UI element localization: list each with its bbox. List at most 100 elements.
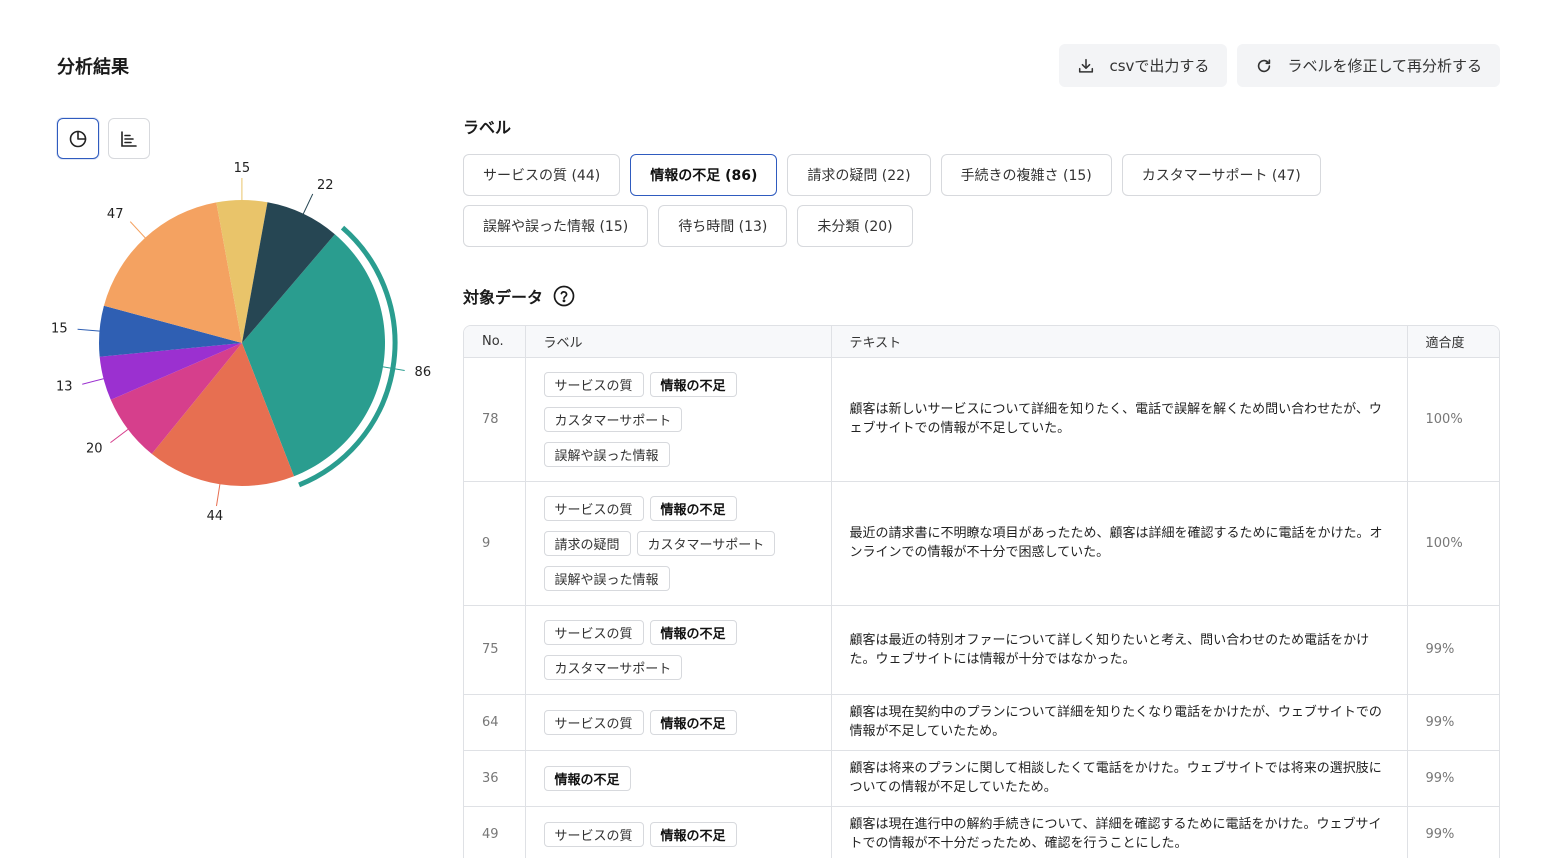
- tag-list: サービスの質 情報の不足: [543, 696, 813, 749]
- tag-list: サービスの質 情報の不足 請求の疑問 カスタマーサポート誤解や誤った情報: [543, 482, 813, 605]
- row-score: 100%: [1407, 357, 1499, 482]
- label-chip[interactable]: 待ち時間 (13): [658, 205, 788, 247]
- pie-chart-svg: 86 44 20 13 15 47 15 22: [51, 161, 432, 524]
- label-tag: 情報の不足: [649, 371, 737, 397]
- row-number: 36: [464, 750, 526, 807]
- bar-chart-icon: [121, 130, 137, 147]
- label-tag: サービスの質: [543, 821, 644, 847]
- data-table: No. ラベル テキスト 適合度 78 サービスの質 情報の不足 カスタマーサポート誤…: [464, 326, 1499, 858]
- label-chip[interactable]: 請求の疑問 (22): [787, 154, 931, 196]
- row-number: 49: [464, 806, 526, 858]
- download-icon: [1079, 58, 1094, 73]
- label-chip[interactable]: カスタマーサポート (47): [1121, 154, 1321, 196]
- table-row[interactable]: 49 サービスの質 情報の不足 顧客は現在進行中の解約手続きについて、詳細を確認するた…: [464, 806, 1499, 858]
- label-tag: 情報の不足: [649, 619, 737, 645]
- reanalyze-button[interactable]: ラベルを修正して再分析する: [1237, 44, 1500, 87]
- row-number: 9: [464, 481, 526, 606]
- pie-data-label: 44: [207, 509, 224, 524]
- label-tag: カスタマーサポート: [543, 406, 683, 432]
- bar-chart-toggle-button[interactable]: [108, 118, 150, 159]
- table-row[interactable]: 64 サービスの質 情報の不足 顧客は現在契約中のプランについて詳細を知りたくなり電話…: [464, 694, 1499, 751]
- label-chip[interactable]: 手続きの複雑さ (15): [940, 154, 1112, 196]
- pie-label-leader: [77, 328, 102, 332]
- pie-chart-toggle-button[interactable]: [57, 118, 99, 159]
- pie-data-label: 20: [86, 442, 103, 457]
- row-score: 99%: [1407, 750, 1499, 807]
- data-section-title: 対象データ: [463, 284, 575, 308]
- row-score: 99%: [1407, 605, 1499, 695]
- tag-list: サービスの質 情報の不足 カスタマーサポート: [543, 606, 813, 694]
- pie-data-label: 22: [317, 178, 334, 193]
- pie-data-label: 13: [56, 380, 73, 395]
- label-tag: カスタマーサポート: [543, 654, 683, 680]
- label-chip[interactable]: 情報の不足 (86): [630, 154, 778, 196]
- label-tag: 情報の不足: [543, 765, 631, 791]
- row-score: 100%: [1407, 481, 1499, 606]
- label-tag: カスタマーサポート: [636, 530, 776, 556]
- row-number: 78: [464, 357, 526, 482]
- row-text: 顧客は新しいサービスについて詳細を知りたく、電話で誤解を解くため問い合わせたが、…: [831, 357, 1408, 482]
- label-chip[interactable]: サービスの質 (44): [463, 154, 621, 196]
- row-number: 75: [464, 605, 526, 695]
- tag-list: 情報の不足: [543, 752, 813, 805]
- row-text: 最近の請求書に不明瞭な項目があったため、顧客は詳細を確認するために電話をかけた。…: [831, 481, 1408, 606]
- column-header-no: No.: [464, 326, 526, 358]
- label-filter-chips: サービスの質 (44) 情報の不足 (86) 請求の疑問 (22) 手続きの複雑さ (…: [463, 154, 1503, 247]
- row-labels: サービスの質 情報の不足: [525, 694, 832, 751]
- row-labels: サービスの質 情報の不足 請求の疑問 カスタマーサポート誤解や誤った情報: [525, 481, 832, 606]
- row-text: 顧客は将来のプランに関して相談したくて電話をかけた。ウェブサイトでは将来の選択肢…: [831, 750, 1408, 807]
- pie-label-leader: [215, 482, 221, 507]
- row-labels: サービスの質 情報の不足: [525, 806, 832, 858]
- table-row[interactable]: 36 情報の不足 顧客は将来のプランに関して相談したくて電話をかけた。ウェブサイトで…: [464, 750, 1499, 807]
- row-score: 99%: [1407, 806, 1499, 858]
- labels-section-title: ラベル: [463, 118, 512, 137]
- pie-label-leader: [129, 221, 147, 240]
- pie-data-label: 15: [234, 161, 251, 176]
- pie-chart-icon: [69, 130, 87, 147]
- pie-data-label: 15: [51, 321, 68, 336]
- row-labels: 情報の不足: [525, 750, 832, 807]
- table-header-row: No. ラベル テキスト 適合度: [464, 326, 1499, 358]
- label-tag: 誤解や誤った情報: [543, 565, 670, 591]
- export-csv-button[interactable]: csvで出力する: [1059, 44, 1228, 87]
- column-header-label: ラベル: [525, 326, 832, 358]
- label-tag: 情報の不足: [649, 495, 737, 521]
- table-row[interactable]: 75 サービスの質 情報の不足 カスタマーサポート 顧客は最近の特別オファーについて詳し…: [464, 605, 1499, 695]
- row-text: 顧客は現在契約中のプランについて詳細を知りたくなり電話をかけたが、ウェブサイトで…: [831, 694, 1408, 751]
- row-score: 99%: [1407, 694, 1499, 751]
- row-labels: サービスの質 情報の不足 カスタマーサポート: [525, 605, 832, 695]
- chart-type-toggle: [57, 118, 150, 159]
- label-chip[interactable]: 誤解や誤った情報 (15): [463, 205, 649, 247]
- data-table-container: No. ラベル テキスト 適合度 78 サービスの質 情報の不足 カスタマーサポート誤…: [463, 325, 1500, 858]
- column-header-score: 適合度: [1407, 326, 1499, 358]
- pie-label-leader: [82, 377, 106, 385]
- page-title: 分析結果: [57, 57, 129, 78]
- tag-list: サービスの質 情報の不足: [543, 808, 813, 858]
- label-tag: サービスの質: [543, 371, 644, 397]
- pie-label-leader: [301, 193, 314, 216]
- pie-label-leader: [110, 427, 130, 444]
- pie-data-label: 86: [415, 365, 432, 380]
- row-number: 64: [464, 694, 526, 751]
- label-tag: 情報の不足: [649, 709, 737, 735]
- row-text: 顧客は現在進行中の解約手続きについて、詳細を確認するために電話をかけた。ウェブサ…: [831, 806, 1408, 858]
- column-header-text: テキスト: [831, 326, 1408, 358]
- data-section-title-text: 対象データ: [463, 288, 544, 307]
- table-body: 78 サービスの質 情報の不足 カスタマーサポート 誤解や誤った情報 顧客は新しいサービス…: [464, 357, 1499, 858]
- help-icon[interactable]: [553, 285, 575, 307]
- label-tag: 誤解や誤った情報: [543, 441, 670, 467]
- pie-data-label: 47: [107, 207, 124, 222]
- label-tag: 請求の疑問: [543, 530, 631, 556]
- table-row[interactable]: 9 サービスの質 情報の不足 請求の疑問 カスタマーサポート 誤解や誤った情報 最近の請求書…: [464, 481, 1499, 606]
- refresh-icon: [1258, 58, 1271, 72]
- row-text: 顧客は最近の特別オファーについて詳しく知りたいと考え、問い合わせのため電話をかけ…: [831, 605, 1408, 695]
- label-tag: サービスの質: [543, 495, 644, 521]
- table-row[interactable]: 78 サービスの質 情報の不足 カスタマーサポート 誤解や誤った情報 顧客は新しいサービス…: [464, 357, 1499, 482]
- export-csv-label: csvで出力する: [1109, 57, 1210, 75]
- label-tag: 情報の不足: [649, 821, 737, 847]
- label-tag: サービスの質: [543, 709, 644, 735]
- row-labels: サービスの質 情報の不足カスタマーサポート 誤解や誤った情報: [525, 357, 832, 482]
- reanalyze-label: ラベルを修正して再分析する: [1287, 57, 1482, 75]
- top-actions: csvで出力する ラベルを修正して再分析する: [1059, 44, 1500, 87]
- label-chip[interactable]: 未分類 (20): [797, 205, 913, 247]
